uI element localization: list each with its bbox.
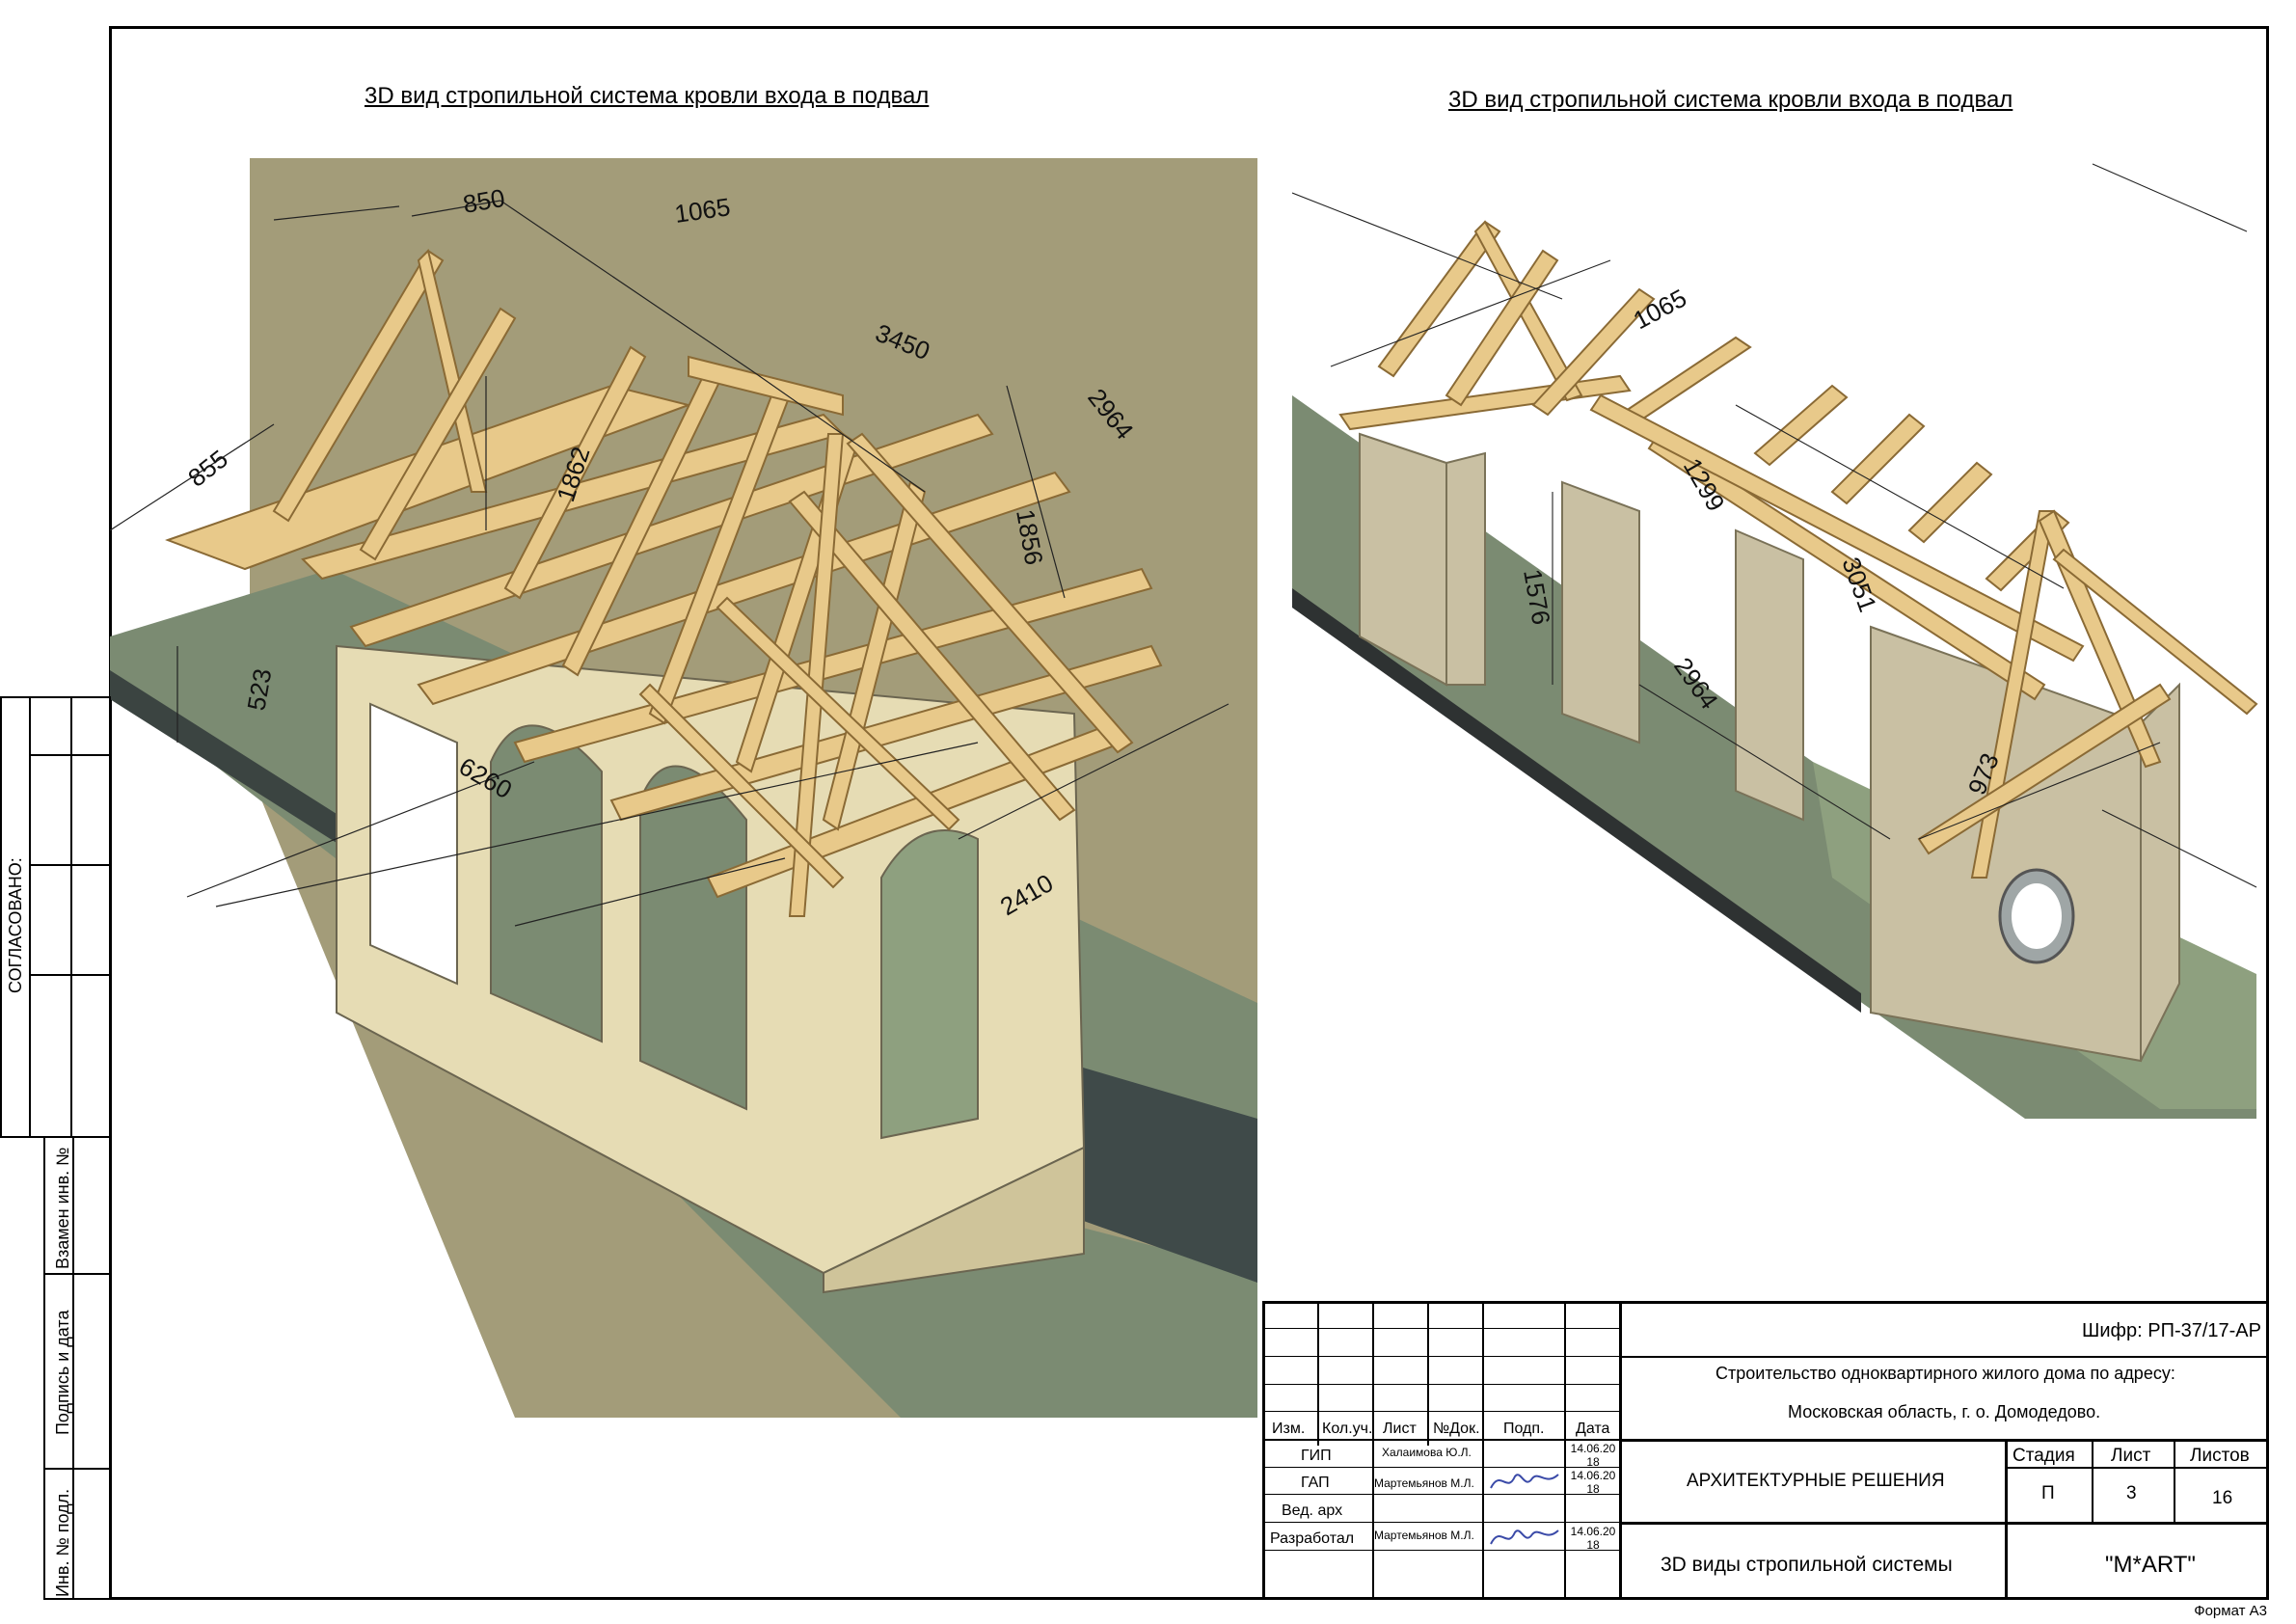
left-3d-view: 850 1065 3450 2964 855 1862 1856 780 523… — [110, 158, 1257, 1418]
cipher: Шифр: РП-37/17-АР — [2082, 1320, 2261, 1341]
inv-orig-label: Инв. № подл. — [53, 1488, 72, 1597]
round-window — [1998, 868, 2075, 964]
sheet-value: 3 — [2126, 1483, 2137, 1503]
title-block: Изм. Кол.уч. Лист №Док. Подп. Дата ГИП Г… — [1262, 1301, 2269, 1600]
col-ndok: №Док. — [1433, 1421, 1480, 1437]
date-gap: 14.06.20 18 — [1570, 1469, 1616, 1496]
format-label: Формат А3 — [2194, 1603, 2267, 1619]
signature-dev — [1490, 1529, 1559, 1545]
stage-header: Стадия — [2012, 1446, 2075, 1466]
company-name: "M*ART" — [2105, 1552, 2196, 1578]
date-gip: 14.06.20 18 — [1570, 1442, 1616, 1469]
role-dev: Разработал — [1270, 1530, 1355, 1547]
right-dim-3051: 3051 — [1836, 554, 1882, 616]
col-kol: Кол.уч. — [1322, 1421, 1373, 1437]
col-list: Лист — [1383, 1421, 1417, 1437]
col-izm: Изм. — [1272, 1421, 1306, 1437]
date-dev: 14.06.20 18 — [1570, 1525, 1616, 1552]
agreed-label: СОГЛАСОВАНО: — [6, 857, 25, 993]
sheet-title: 3D виды стропильной системы — [1661, 1554, 1953, 1576]
right-3d-view: 1065 1299 1576 3051 2964 973 — [1292, 163, 2258, 1119]
signature-gap — [1490, 1474, 1559, 1489]
role-ved: Вед. арх — [1282, 1502, 1343, 1519]
section-title: АРХИТЕКТУРНЫЕ РЕШЕНИЯ — [1687, 1471, 1945, 1491]
right-view-title: 3D вид стропильной система кровли входа … — [1448, 87, 2013, 113]
project-line-1: Строительство одноквартирного жилого дом… — [1715, 1364, 2175, 1383]
name-gip: Халаимова Ю.Л. — [1382, 1446, 1472, 1459]
sign-date-label: Подпись и дата — [53, 1310, 72, 1435]
project-line-2: Московская область, г. о. Домодедово. — [1788, 1402, 2101, 1421]
role-gip: ГИП — [1301, 1448, 1332, 1464]
name-dev: Мартемьянов М.Л. — [1374, 1529, 1474, 1542]
stage-value: П — [2041, 1483, 2055, 1503]
replace-inv-label: Взамен инв. № — [53, 1147, 72, 1269]
role-gap: ГАП — [1301, 1475, 1330, 1491]
name-gap: Мартемьянов М.Л. — [1374, 1476, 1474, 1490]
sheets-header: Листов — [2190, 1446, 2250, 1466]
col-data: Дата — [1576, 1421, 1610, 1437]
sheet-header: Лист — [2111, 1446, 2151, 1466]
left-view-title: 3D вид стропильной система кровли входа … — [365, 83, 930, 109]
dim-855: 855 — [182, 444, 233, 492]
col-podp: Подп. — [1503, 1421, 1545, 1437]
sheets-value: 16 — [2212, 1488, 2233, 1508]
